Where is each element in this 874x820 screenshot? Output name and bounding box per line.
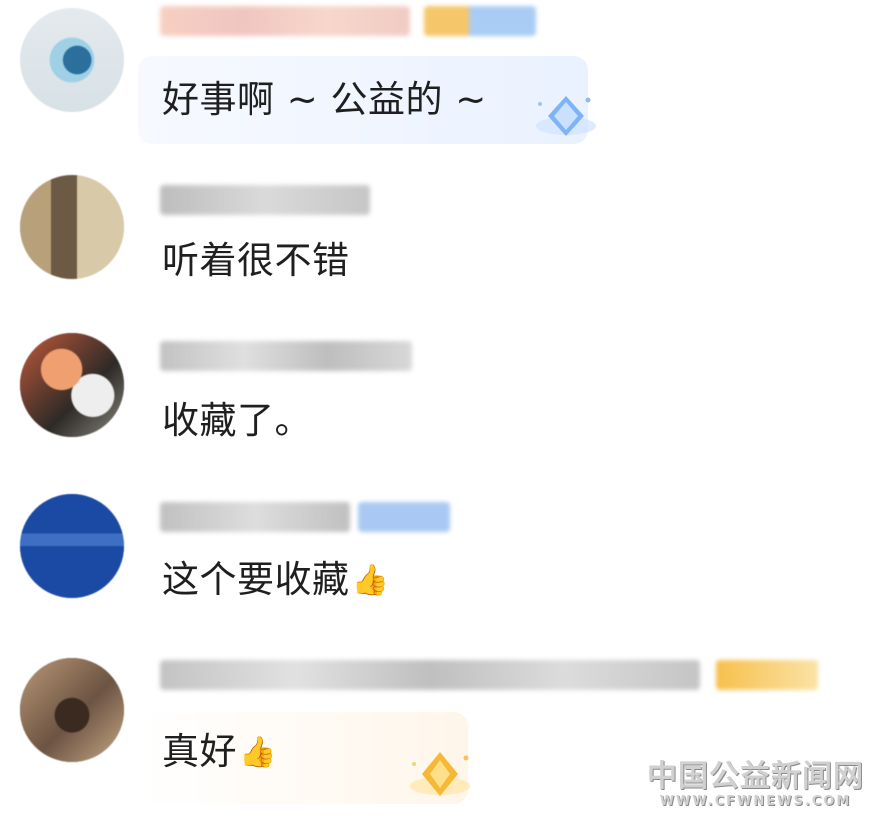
username-blurred[interactable]: [160, 185, 370, 215]
username-blurred[interactable]: [160, 6, 410, 36]
watermark-title: 中国公益新闻网: [647, 759, 864, 794]
avatar[interactable]: [20, 8, 124, 112]
thumbs-up-emoji-icon: 👍: [239, 735, 277, 770]
watermark: 中国公益新闻网 WWW.CFWNEWS.COM: [647, 760, 864, 810]
comment-item-2[interactable]: 听着很不错: [0, 165, 874, 325]
comment-text: 收藏了。: [162, 399, 312, 442]
thumbs-up-emoji-icon: 👍: [351, 563, 390, 598]
comment-item-4[interactable]: 这个要收藏👍: [0, 490, 874, 650]
avatar-image: [20, 8, 124, 112]
avatar[interactable]: [20, 658, 124, 762]
avatar-image: [20, 494, 124, 598]
comment-item-1[interactable]: 好事啊 ~ 公益的 ~: [0, 0, 874, 160]
diamond-gem-icon: [536, 96, 596, 136]
comment-text: 这个要收藏👍: [162, 558, 389, 603]
vip-badge: [358, 502, 450, 532]
username-blurred[interactable]: [160, 502, 350, 532]
avatar-image: [20, 333, 124, 437]
avatar[interactable]: [20, 333, 124, 437]
avatar-image: [20, 175, 124, 279]
username-blurred[interactable]: [160, 660, 700, 690]
comment-text: 真好👍: [162, 730, 277, 775]
watermark-url: WWW.CFWNEWS.COM: [659, 794, 852, 809]
avatar[interactable]: [20, 494, 124, 598]
comment-text: 听着很不错: [162, 239, 350, 282]
vip-badge: [716, 660, 818, 690]
vip-badge: [424, 6, 536, 36]
comment-text-content: 这个要收藏: [162, 558, 350, 601]
avatar[interactable]: [20, 175, 124, 279]
comment-item-3[interactable]: 收藏了。: [0, 327, 874, 487]
avatar-image: [20, 658, 124, 762]
gold-gem-icon: [410, 752, 470, 796]
comment-text: 好事啊 ~ 公益的 ~: [162, 78, 487, 121]
comment-text-content: 真好: [162, 730, 237, 773]
username-blurred[interactable]: [160, 341, 412, 371]
